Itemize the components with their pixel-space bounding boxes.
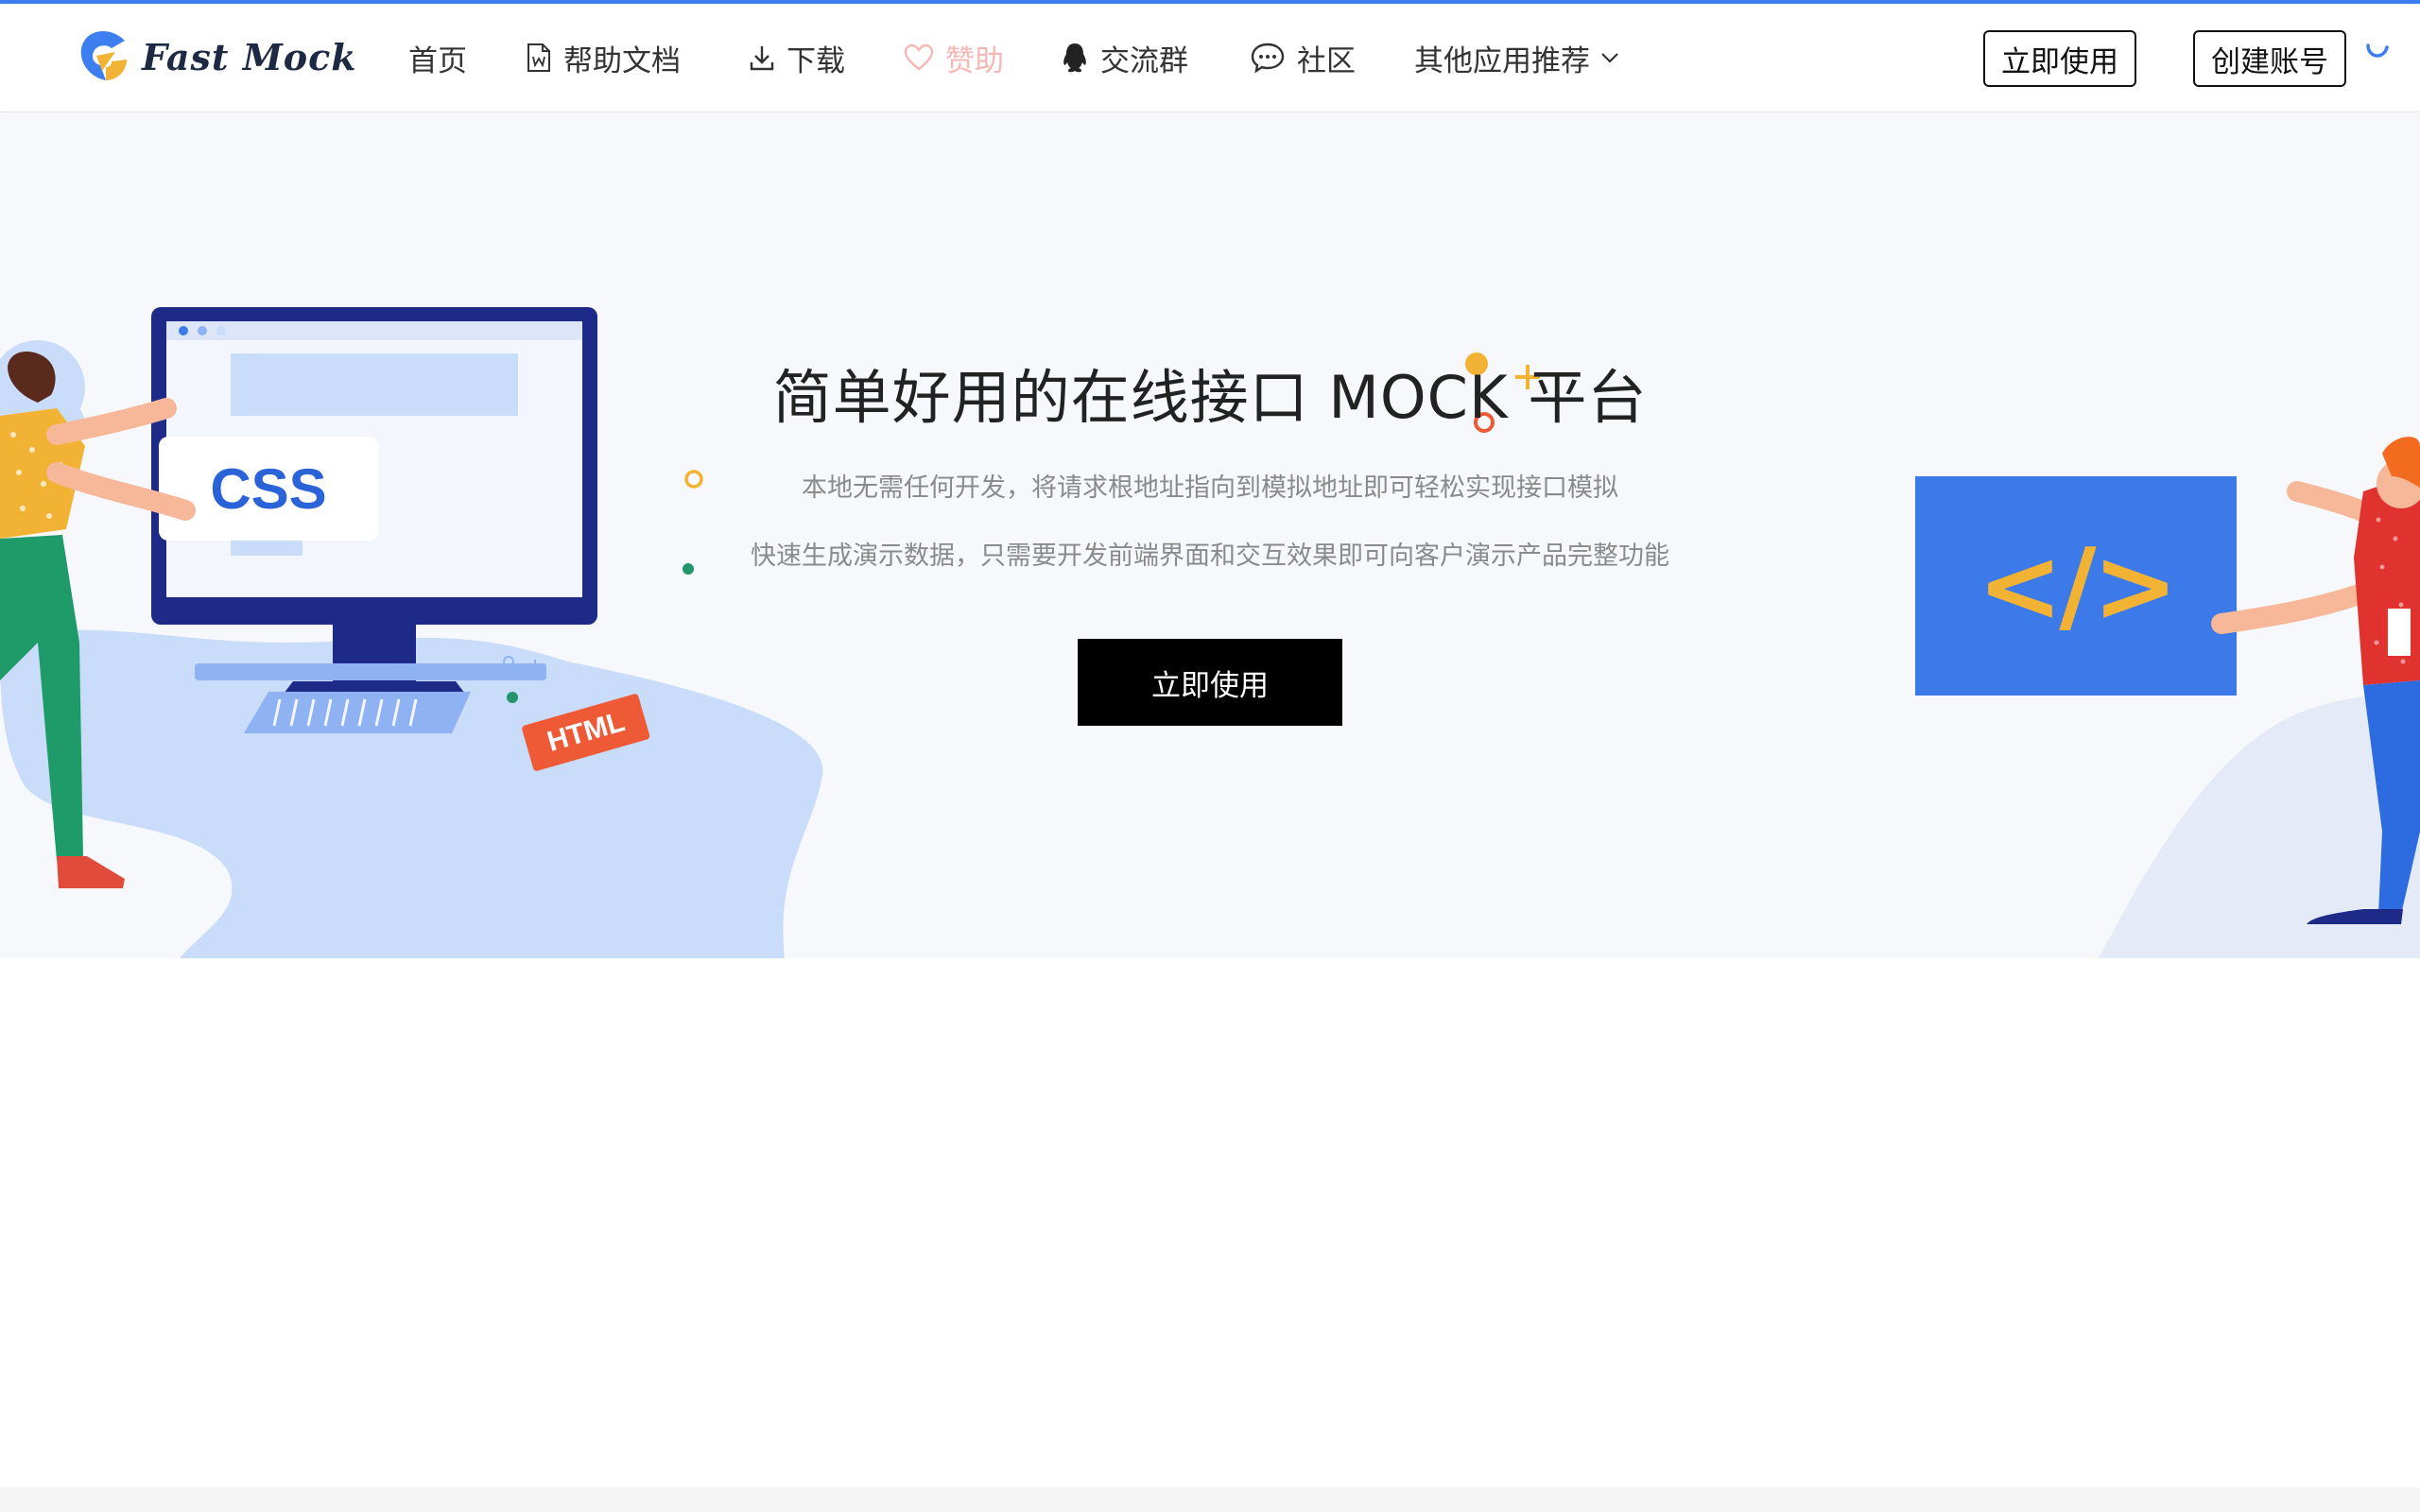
hero-use-now-button-label: 立即使用 <box>1151 668 1269 703</box>
nav-item-community[interactable]: 社区 <box>1250 4 1356 112</box>
nav-item-other-apps[interactable]: 其他应用推荐 <box>1414 4 1620 112</box>
nav-item-label: 其他应用推荐 <box>1414 43 1590 78</box>
nav-item-label: 首页 <box>408 43 467 78</box>
code-symbol-label: </> <box>1977 526 2178 645</box>
create-account-button-label: 创建账号 <box>2211 44 2328 79</box>
nav-item-label: 下载 <box>786 43 845 78</box>
brand-name: Fast Mock <box>142 35 357 78</box>
download-icon <box>750 46 774 71</box>
nav-item-download[interactable]: 下载 <box>749 4 845 112</box>
nav-item-chat-group[interactable]: 交流群 <box>1061 4 1188 112</box>
code-symbol-card: </> <box>1915 476 2237 696</box>
hero-section: CSS HTML 简单好用的在线接口 MOCK 平台 本地无需任何开发，将请求根… <box>0 113 2420 958</box>
use-now-button-label: 立即使用 <box>2001 44 2118 79</box>
chevron-down-icon <box>1601 53 1618 63</box>
top-navigation-bar: Fast Mock 首页 帮助文档 下载 赞助 交流群 社区 其他应用推荐 立即… <box>0 4 2420 112</box>
nav-item-label: 帮助文档 <box>563 43 681 78</box>
nav-item-label: 赞助 <box>945 43 1004 78</box>
use-now-button[interactable]: 立即使用 <box>1983 30 2136 87</box>
hero-use-now-button[interactable]: 立即使用 <box>1078 639 1342 726</box>
page-footer-strip <box>0 1487 2420 1512</box>
loading-spinner-icon <box>2366 43 2389 58</box>
nav-item-home[interactable]: 首页 <box>408 4 467 112</box>
chat-bubble-icon <box>1251 43 1285 74</box>
nav-item-sponsor[interactable]: 赞助 <box>904 4 1004 112</box>
nav-item-help-docs[interactable]: 帮助文档 <box>526 4 681 112</box>
create-account-button[interactable]: 创建账号 <box>2193 30 2346 87</box>
brand-logo[interactable]: Fast Mock <box>74 26 357 87</box>
qq-penguin-icon <box>1063 43 1086 73</box>
fastmock-logo-icon <box>80 31 127 80</box>
nav-item-label: 社区 <box>1297 43 1356 78</box>
heart-icon <box>904 43 934 71</box>
nav-item-label: 交流群 <box>1100 43 1188 78</box>
document-icon <box>527 43 550 72</box>
